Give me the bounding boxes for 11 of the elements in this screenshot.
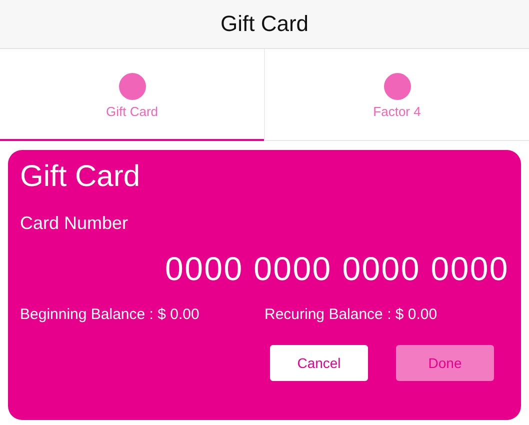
balance-text: Recuring Balance : $ 0.00 (264, 306, 438, 323)
tab[interactable]: Gift Card (0, 49, 264, 141)
tab[interactable]: Factor 4 (264, 49, 529, 141)
circle-icon (384, 73, 410, 100)
action-button[interactable]: Cancel (270, 345, 368, 381)
card-title: Gift Card (20, 160, 142, 194)
balance-text: Beginning Balance : $ 0.00 (20, 306, 200, 323)
circle-icon (118, 73, 146, 100)
card-number-label: Card Number (20, 213, 130, 234)
card-number: 0000 0000 0000 0000 (165, 250, 509, 288)
page-title: Gift Card (220, 11, 309, 37)
